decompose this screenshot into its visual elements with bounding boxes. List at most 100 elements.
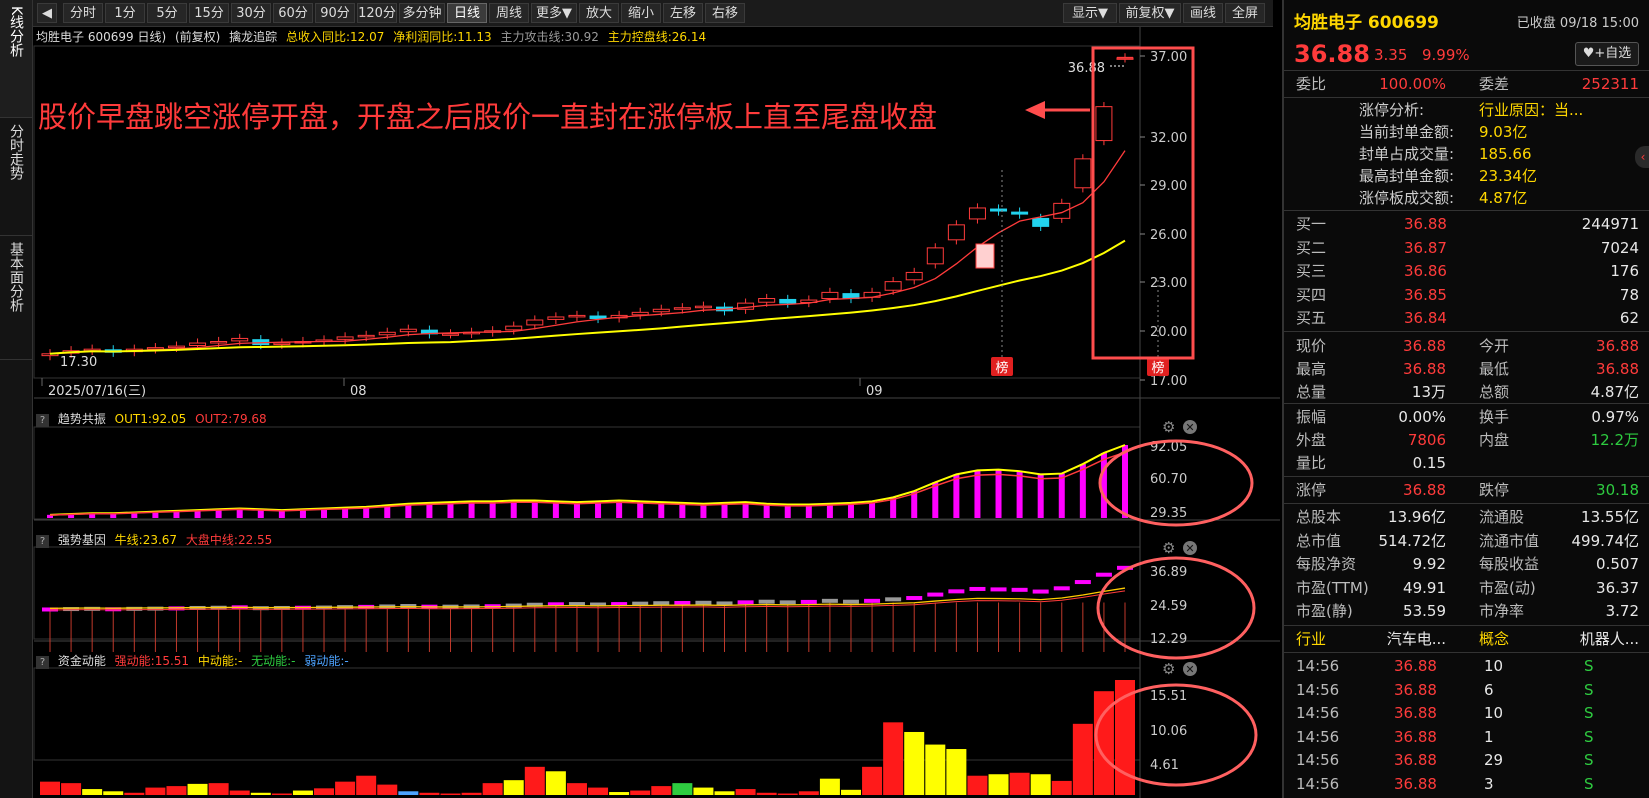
fund-label: 流通股 xyxy=(1479,508,1525,526)
low-price-label: 17.30 xyxy=(60,355,97,370)
toolbar-right-button-3[interactable]: 全屏 xyxy=(1225,3,1265,23)
ind2-mark xyxy=(842,599,859,604)
period-button-9[interactable]: 日线 xyxy=(447,3,487,23)
bid-level-label: 买五 xyxy=(1296,309,1327,327)
indicator-name[interactable]: 擒龙追踪 xyxy=(229,30,277,44)
collapse-arrow-icon[interactable]: ‹ xyxy=(1635,146,1649,168)
industry-value[interactable]: 汽车电... xyxy=(1387,627,1446,651)
tab-kline[interactable]: K线分析 xyxy=(0,0,32,118)
ind2-mark xyxy=(885,597,902,602)
period-button-7[interactable]: 120分 xyxy=(357,3,397,23)
toolbar-right-button-2[interactable]: 画线 xyxy=(1183,3,1223,23)
period-button-5[interactable]: 60分 xyxy=(273,3,313,23)
period-button-15[interactable]: 右移 xyxy=(705,3,745,23)
market-status: 已收盘 09/18 15:00 xyxy=(1516,16,1639,31)
period-button-6[interactable]: 90分 xyxy=(315,3,355,23)
period-button-11[interactable]: 更多▼ xyxy=(531,3,577,23)
candle-body xyxy=(968,207,986,220)
ind2-name[interactable]: 强势基因 xyxy=(58,533,106,547)
stats-row: 总量 13万 总额 4.87亿 xyxy=(1284,380,1649,404)
candle-body xyxy=(821,291,839,300)
ind3-bar xyxy=(566,783,587,795)
period-button-2[interactable]: 5分 xyxy=(147,3,187,23)
concept-value[interactable]: 机器人... xyxy=(1580,627,1639,651)
tick-price: 36.88 xyxy=(1394,774,1437,793)
ind3-bar xyxy=(145,787,166,795)
period-button-8[interactable]: 多分钟 xyxy=(399,3,445,23)
candle-body xyxy=(926,247,944,265)
ind2-mark xyxy=(1053,586,1070,591)
tab-intraday[interactable]: 分时走势 xyxy=(0,118,32,236)
candle-body xyxy=(673,307,691,310)
gear-icon[interactable]: ⚙ xyxy=(1162,539,1175,557)
fund-value: 36.37 xyxy=(1596,578,1639,597)
ind2-dapan: 大盘中线:22.55 xyxy=(185,533,273,547)
ind3-bar xyxy=(967,775,988,795)
tick-price: 36.88 xyxy=(1394,680,1437,699)
ind3-bar xyxy=(124,792,145,795)
collapse-button[interactable]: ◀ xyxy=(37,3,57,23)
price-axis-label: 29.00 xyxy=(1150,179,1187,194)
gear-icon[interactable]: ⚙ xyxy=(1162,418,1175,436)
help-icon[interactable]: ? xyxy=(36,535,49,548)
period-button-13[interactable]: 缩小 xyxy=(621,3,661,23)
info-item-0: 总收入同比:12.07 xyxy=(286,30,385,44)
ind2-mark xyxy=(1095,572,1112,577)
ind1-bar xyxy=(974,470,981,518)
fundamental-row: 市盈(TTM) 49.91 市盈(动) 36.37 xyxy=(1284,576,1649,600)
candle-body xyxy=(189,342,207,347)
help-icon[interactable]: ? xyxy=(36,656,49,669)
zt-value: 9.03亿 xyxy=(1479,123,1528,141)
candle-body xyxy=(378,331,396,336)
ind2-mark xyxy=(1032,589,1049,594)
stat-label: 换手 xyxy=(1479,408,1510,426)
period-button-14[interactable]: 左移 xyxy=(663,3,703,23)
ind3-info-line: ? 资金动能 强动能:15.51 中动能:- 无动能:- 弱动能:- xyxy=(36,652,354,670)
tab-fundamentals[interactable]: 基本面分析 xyxy=(0,236,32,360)
stat-label: 量比 xyxy=(1296,454,1327,472)
period-button-12[interactable]: 放大 xyxy=(579,3,619,23)
fund-label: 每股净资 xyxy=(1296,555,1357,573)
ind1-bar xyxy=(1100,452,1107,518)
gear-icon[interactable]: ⚙ xyxy=(1162,660,1175,678)
bid-row: 买四 36.85 78 xyxy=(1284,283,1649,307)
ind1-bar xyxy=(637,501,644,518)
concept-label[interactable]: 概念 xyxy=(1479,627,1509,651)
ind1-axis-label: 29.35 xyxy=(1150,506,1187,521)
toolbar-right-button-1[interactable]: 前复权▼ xyxy=(1119,3,1181,23)
tick-price: 36.88 xyxy=(1394,704,1437,722)
period-button-0[interactable]: 分时 xyxy=(63,3,103,23)
ind3-bar xyxy=(482,783,503,795)
ind1-name[interactable]: 趋势共振 xyxy=(58,412,106,426)
stat-value: 36.88 xyxy=(1403,337,1446,355)
tick-volume: 6 xyxy=(1484,680,1494,699)
ind3-bar xyxy=(545,771,566,795)
weicha-label: 委差 xyxy=(1479,75,1510,93)
zt-row: 涨停分析: 行业原因：当... xyxy=(1284,99,1649,121)
period-button-4[interactable]: 30分 xyxy=(231,3,271,23)
ind3-name[interactable]: 资金动能 xyxy=(58,654,106,668)
help-icon[interactable]: ? xyxy=(36,414,49,427)
period-button-1[interactable]: 1分 xyxy=(105,3,145,23)
stat-label: 最低 xyxy=(1479,360,1510,378)
price-change-pct: 9.99% xyxy=(1422,46,1470,64)
price-axis-label: 32.00 xyxy=(1150,131,1187,146)
ind1-bar xyxy=(1122,445,1128,518)
toolbar-right-button-0[interactable]: 显示▼ xyxy=(1063,3,1117,23)
limit-down-label: 跌停 xyxy=(1479,481,1510,499)
limit-down-value: 30.18 xyxy=(1596,481,1639,499)
candle-body xyxy=(505,325,523,331)
period-button-3[interactable]: 15分 xyxy=(189,3,229,23)
ind2-mark xyxy=(948,589,965,594)
period-button-10[interactable]: 周线 xyxy=(489,3,529,23)
add-watchlist-button[interactable]: ♥+自选 xyxy=(1575,42,1639,66)
tab-intraday-label: 分时走势 xyxy=(8,124,24,180)
industry-label[interactable]: 行业 xyxy=(1296,627,1326,651)
ind1-bar xyxy=(595,501,602,518)
ind1-out1-line xyxy=(49,444,1126,516)
zt-value: 23.34亿 xyxy=(1479,167,1537,185)
ind2-pane-frame xyxy=(33,546,1141,640)
ind3-bar xyxy=(1009,772,1030,795)
date-axis-label: 09 xyxy=(866,384,883,399)
tick-row: 14:56 36.88 6 S xyxy=(1284,678,1649,702)
